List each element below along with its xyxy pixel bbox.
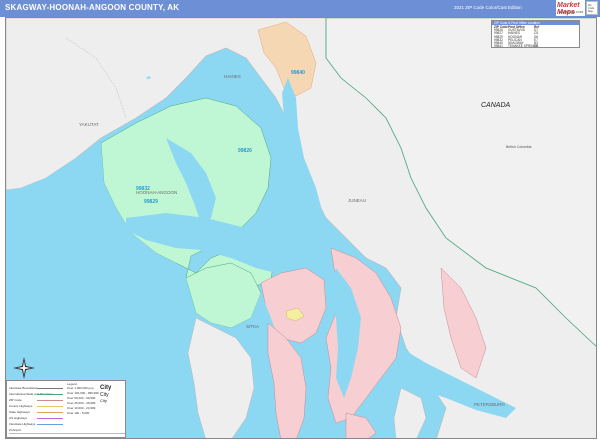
legend-size: Over 10,000 - 24,999	[67, 406, 96, 410]
label-petersburg: PETERSBURG	[474, 402, 506, 407]
legend-size: Over 100,000 - 999,999	[67, 391, 99, 395]
legend-item: Interstate Highways	[9, 422, 36, 426]
legend-size: Over 25,000 - 49,999	[67, 401, 96, 405]
map-canvas: CANADA British Columbia YAKUTAT HAINES J…	[5, 17, 597, 439]
label-canada-small: British Columbia	[506, 145, 532, 149]
legend-line	[37, 394, 63, 395]
map-legend: Legend Interstate Boundaries Internation…	[6, 380, 126, 438]
legend-city-symbol: City	[100, 398, 107, 403]
south-island	[393, 387, 427, 438]
compass-rose-icon	[13, 357, 35, 379]
legend-item: US Highways	[9, 416, 28, 420]
far-south-island	[345, 412, 377, 438]
legend-line	[37, 406, 63, 407]
label-juneau: JUNEAU	[348, 198, 367, 203]
legend-line	[37, 424, 63, 425]
legend-size: Over 50,000 - 99,999	[67, 396, 96, 400]
legend-size: Over 10k - 5,000	[67, 411, 90, 415]
map-frame: SKAGWAY-HOONAH-ANGOON COUNTY, AK 2021 ZI…	[0, 0, 600, 442]
label-yakutat: YAKUTAT	[79, 122, 99, 127]
legend-line	[37, 412, 63, 413]
legend-item: State Highways	[9, 410, 30, 414]
brand-side-text: Zip Code Map	[588, 4, 595, 13]
legend-item: ZIP Code	[9, 398, 22, 402]
legend-item: Interstate Boundaries	[9, 386, 38, 390]
zip-table-row: 99841 TENAKEE SPRINGSE6	[494, 44, 539, 49]
brand-logo: Market Maps MAPSALES.COM	[556, 0, 585, 16]
label-haines: HAINES	[224, 74, 241, 79]
label-sitka: SITKA	[246, 324, 260, 329]
zip-label-99826: 99826	[238, 148, 252, 154]
map-title: SKAGWAY-HOONAH-ANGOON COUNTY, AK	[5, 3, 180, 12]
brand-side-box: Zip Code Map	[586, 1, 598, 15]
label-canada: CANADA	[481, 102, 511, 109]
zip-label-99840: 99840	[291, 70, 305, 76]
zip-label-99829: 99829	[144, 199, 158, 205]
legend-line	[37, 418, 63, 419]
legend-city-symbol: City	[100, 385, 112, 391]
edition-label: 2021 ZIP Code Color/Cast Edition	[454, 5, 522, 10]
map-svg	[6, 18, 596, 438]
legend-item: County Highways	[9, 404, 33, 408]
legend-line	[37, 388, 63, 389]
legend-size: Over 1,000,000 pop	[67, 386, 94, 390]
legend-footer	[9, 433, 125, 438]
legend-line	[37, 400, 63, 401]
title-bar: SKAGWAY-HOONAH-ANGOON COUNTY, AK 2021 ZI…	[0, 0, 600, 17]
legend-item: ZI Airport	[9, 428, 22, 432]
zip-label-99832: 99832	[136, 186, 150, 192]
zip-code-table: ZIP Code & Post Office Location ZIP Code…	[491, 20, 580, 48]
brand-sub-text: MAPSALES.COM	[559, 10, 584, 14]
